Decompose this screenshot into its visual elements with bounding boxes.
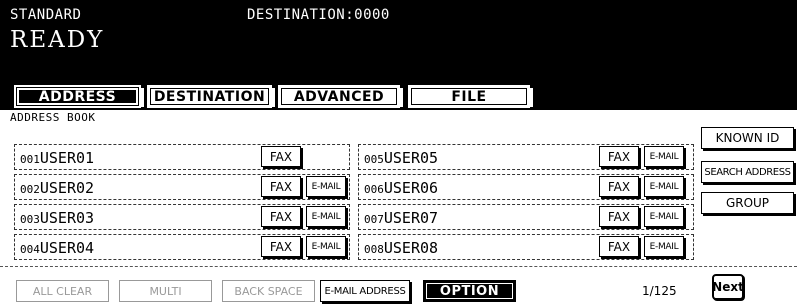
tab-address-label: ADDRESS	[38, 88, 117, 105]
entry-name: USER01	[39, 149, 95, 167]
search-address-button[interactable]: SEARCH ADDRESS	[701, 161, 794, 183]
section-title: ADDRESS BOOK	[10, 111, 96, 124]
entry-label: 001USER01	[20, 149, 94, 167]
entry-label: 003USER03	[20, 209, 94, 227]
entry-number: 005	[364, 153, 384, 166]
email-button[interactable]: E-MAIL	[644, 206, 684, 227]
fax-button[interactable]: FAX	[599, 176, 639, 197]
entry-name: USER04	[39, 239, 95, 257]
fax-button[interactable]: FAX	[599, 206, 639, 227]
fax-button[interactable]: FAX	[261, 146, 301, 167]
next-page-button[interactable]: Next	[712, 274, 744, 300]
email-button[interactable]: E-MAIL	[306, 206, 346, 227]
fax-button[interactable]: FAX	[599, 146, 639, 167]
entry-label: 002USER02	[20, 179, 94, 197]
email-button[interactable]: E-MAIL	[644, 176, 684, 197]
entry-label: 006USER06	[364, 179, 438, 197]
destination-counter: DESTINATION:0000	[247, 7, 390, 23]
tab-destination[interactable]: DESTINATION	[147, 85, 275, 108]
tab-file-label: FILE	[451, 88, 487, 105]
address-entry[interactable]: 006USER06 FAX E-MAIL	[358, 174, 694, 200]
multi-button[interactable]: MULTI	[119, 280, 212, 302]
address-entry[interactable]: 003USER03 FAX E-MAIL	[14, 204, 350, 230]
email-button[interactable]: E-MAIL	[644, 236, 684, 257]
fax-button[interactable]: FAX	[261, 206, 301, 227]
address-entry[interactable]: 005USER05 FAX E-MAIL	[358, 144, 694, 170]
fax-button[interactable]: FAX	[261, 176, 301, 197]
entry-label: 008USER08	[364, 239, 438, 257]
address-entry[interactable]: 002USER02 FAX E-MAIL	[14, 174, 350, 200]
status-header: STANDARD DESTINATION:0000 READY	[0, 0, 797, 78]
entry-name: USER02	[39, 179, 95, 197]
entry-name: USER06	[383, 179, 439, 197]
address-entry[interactable]: 004USER04 FAX E-MAIL	[14, 234, 350, 260]
email-button[interactable]: E-MAIL	[644, 146, 684, 167]
tab-destination-label: DESTINATION	[153, 88, 266, 105]
mode-label: STANDARD	[10, 7, 82, 23]
tab-advanced[interactable]: ADVANCED	[278, 85, 403, 108]
page-indicator: 1/125	[642, 284, 677, 298]
entry-label: 005USER05	[364, 149, 438, 167]
email-address-button[interactable]: E-MAIL ADDRESS	[320, 280, 410, 302]
all-clear-button[interactable]: ALL CLEAR	[16, 280, 109, 302]
entry-label: 004USER04	[20, 239, 94, 257]
entry-number: 002	[20, 183, 40, 196]
tab-file[interactable]: FILE	[408, 85, 533, 108]
tab-address[interactable]: ADDRESS	[14, 85, 144, 108]
entry-number: 007	[364, 213, 384, 226]
entry-number: 006	[364, 183, 384, 196]
fax-button[interactable]: FAX	[599, 236, 639, 257]
entry-number: 004	[20, 243, 40, 256]
entry-name: USER08	[383, 239, 439, 257]
option-button[interactable]: OPTION	[423, 280, 516, 302]
address-entry[interactable]: 001USER01 FAX	[14, 144, 350, 170]
back-space-button[interactable]: BACK SPACE	[222, 280, 315, 302]
bottom-divider	[0, 266, 797, 267]
machine-status: READY	[10, 27, 105, 53]
email-button[interactable]: E-MAIL	[306, 176, 346, 197]
entry-number: 008	[364, 243, 384, 256]
tab-advanced-label: ADVANCED	[293, 88, 385, 105]
tab-bar: ADDRESS DESTINATION ADVANCED FILE	[0, 78, 797, 110]
address-entry[interactable]: 007USER07 FAX E-MAIL	[358, 204, 694, 230]
entry-name: USER07	[383, 209, 439, 227]
entry-name: USER03	[39, 209, 95, 227]
fax-button[interactable]: FAX	[261, 236, 301, 257]
group-button[interactable]: GROUP	[701, 192, 794, 214]
entry-number: 003	[20, 213, 40, 226]
entry-number: 001	[20, 153, 40, 166]
email-button[interactable]: E-MAIL	[306, 236, 346, 257]
known-id-button[interactable]: KNOWN ID	[701, 127, 794, 149]
address-entry[interactable]: 008USER08 FAX E-MAIL	[358, 234, 694, 260]
entry-label: 007USER07	[364, 209, 438, 227]
entry-name: USER05	[383, 149, 439, 167]
